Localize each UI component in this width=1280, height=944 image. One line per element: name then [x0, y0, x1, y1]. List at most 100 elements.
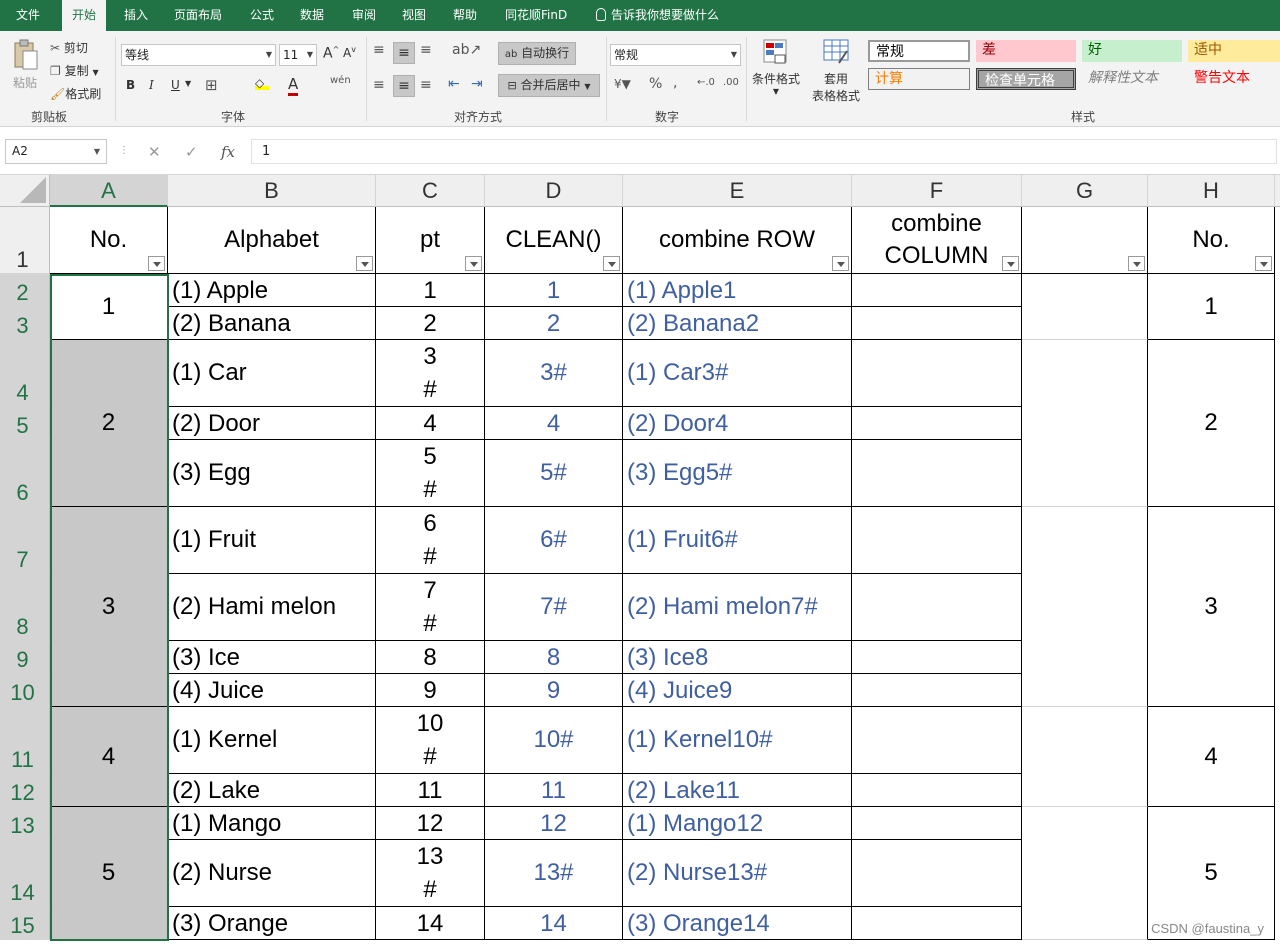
increase-font-button[interactable]: A^ — [323, 45, 339, 62]
pt-cell[interactable]: 3 # — [376, 340, 485, 407]
alphabet-cell[interactable]: (4) Juice — [168, 674, 376, 707]
font-name-select[interactable]: 等线 ▼ — [121, 44, 276, 66]
column-header-e[interactable]: E — [623, 175, 852, 207]
pt-cell[interactable]: 13 # — [376, 840, 485, 907]
clean-cell[interactable]: 8 — [485, 641, 623, 674]
tell-me-search[interactable]: 告诉我你想要做什么 — [596, 0, 719, 31]
pt-cell[interactable]: 1 — [376, 274, 485, 307]
decrease-font-button[interactable]: Av — [343, 45, 356, 60]
combine-row-cell[interactable]: (3) Egg5# — [623, 440, 852, 507]
blank-cell-g[interactable] — [1022, 340, 1148, 507]
pt-cell[interactable]: 6 # — [376, 507, 485, 574]
combine-row-cell[interactable]: (2) Door4 — [623, 407, 852, 440]
combine-row-cell[interactable]: (1) Kernel10# — [623, 707, 852, 774]
header-clean[interactable]: CLEAN() — [485, 207, 623, 274]
group-number-a[interactable]: 1 — [50, 274, 168, 340]
cell-style-5[interactable]: 检查单元格 — [976, 68, 1076, 90]
header-g[interactable] — [1022, 207, 1148, 274]
combine-column-cell[interactable] — [852, 440, 1022, 507]
group-number-h[interactable]: 3 — [1148, 507, 1275, 707]
clean-cell[interactable]: 4 — [485, 407, 623, 440]
column-header-c[interactable]: C — [376, 175, 485, 207]
row-header-9[interactable]: 9 — [0, 641, 50, 674]
percent-icon[interactable]: % — [649, 76, 662, 92]
tab-file[interactable]: 文件 — [6, 0, 50, 31]
bold-button[interactable]: B — [126, 78, 135, 92]
tab-formulas[interactable]: 公式 — [240, 0, 284, 31]
align-center-icon[interactable]: ≡ — [393, 75, 415, 97]
tab-home[interactable]: 开始 — [62, 0, 107, 31]
copy-button[interactable]: ❐ 复制 ▼ — [50, 62, 99, 79]
group-number-a[interactable]: 3 — [50, 507, 168, 707]
alphabet-cell[interactable]: (1) Apple — [168, 274, 376, 307]
select-all-button[interactable] — [0, 175, 50, 207]
combine-column-cell[interactable] — [852, 274, 1022, 307]
row-header-10[interactable]: 10 — [0, 674, 50, 707]
header-no[interactable]: No. — [50, 207, 168, 274]
tab-review[interactable]: 审阅 — [342, 0, 386, 31]
combine-column-cell[interactable] — [852, 840, 1022, 907]
underline-button[interactable]: U — [171, 78, 180, 92]
row-header-13[interactable]: 13 — [0, 807, 50, 840]
alphabet-cell[interactable]: (2) Nurse — [168, 840, 376, 907]
combine-column-cell[interactable] — [852, 507, 1022, 574]
tab-insert[interactable]: 插入 — [114, 0, 158, 31]
row-header-7[interactable]: 7 — [0, 507, 50, 574]
align-bottom-icon[interactable]: ≡ — [420, 42, 432, 58]
filter-dropdown-icon[interactable] — [356, 256, 373, 271]
row-header-12[interactable]: 12 — [0, 774, 50, 807]
clean-cell[interactable]: 1 — [485, 274, 623, 307]
pt-cell[interactable]: 4 — [376, 407, 485, 440]
combine-row-cell[interactable]: (1) Apple1 — [623, 274, 852, 307]
pt-cell[interactable]: 2 — [376, 307, 485, 340]
filter-dropdown-icon[interactable] — [832, 256, 849, 271]
align-top-icon[interactable]: ≡ — [373, 42, 385, 58]
row-header-11[interactable]: 11 — [0, 707, 50, 774]
filter-dropdown-icon[interactable] — [465, 256, 482, 271]
phonetic-icon[interactable]: wén — [330, 75, 351, 86]
tab-help[interactable]: 帮助 — [443, 0, 487, 31]
alphabet-cell[interactable]: (3) Orange — [168, 907, 376, 940]
pt-cell[interactable]: 8 — [376, 641, 485, 674]
blank-cell-g[interactable] — [1022, 274, 1148, 340]
paste-button[interactable]: 粘贴 — [10, 39, 40, 99]
align-middle-icon[interactable]: ≡ — [393, 42, 415, 64]
alphabet-cell[interactable]: (2) Hami melon — [168, 574, 376, 641]
insert-function-icon[interactable]: fx — [221, 143, 235, 161]
row-header-4[interactable]: 4 — [0, 340, 50, 407]
group-number-h[interactable]: 4 — [1148, 707, 1275, 807]
column-header-b[interactable]: B — [168, 175, 376, 207]
merge-center-button[interactable]: ⊟ 合并后居中 ▼ — [498, 74, 600, 97]
combine-row-cell[interactable]: (3) Ice8 — [623, 641, 852, 674]
decrease-decimal-icon[interactable]: .00 — [723, 77, 739, 88]
group-number-h[interactable]: 1 — [1148, 274, 1275, 340]
clean-cell[interactable]: 14 — [485, 907, 623, 940]
combine-row-cell[interactable]: (2) Hami melon7# — [623, 574, 852, 641]
decrease-indent-icon[interactable]: ⇤ — [448, 76, 460, 92]
alphabet-cell[interactable]: (2) Lake — [168, 774, 376, 807]
alphabet-cell[interactable]: (1) Fruit — [168, 507, 376, 574]
clean-cell[interactable]: 7# — [485, 574, 623, 641]
filter-dropdown-icon[interactable] — [1128, 256, 1145, 271]
combine-column-cell[interactable] — [852, 641, 1022, 674]
increase-indent-icon[interactable]: ⇥ — [471, 76, 483, 92]
combine-column-cell[interactable] — [852, 574, 1022, 641]
clean-cell[interactable]: 13# — [485, 840, 623, 907]
blank-cell-g[interactable] — [1022, 707, 1148, 807]
fill-color-button[interactable]: ◇ — [255, 76, 269, 90]
clean-cell[interactable]: 11 — [485, 774, 623, 807]
font-color-button[interactable]: A — [288, 75, 299, 96]
cancel-icon[interactable]: ✕ — [148, 143, 161, 161]
header-alphabet[interactable]: Alphabet — [168, 207, 376, 274]
group-number-h[interactable]: 2 — [1148, 340, 1275, 507]
clean-cell[interactable]: 10# — [485, 707, 623, 774]
formula-input[interactable]: 1 — [251, 139, 1277, 164]
group-number-a[interactable]: 5 — [50, 807, 168, 940]
alphabet-cell[interactable]: (3) Ice — [168, 641, 376, 674]
chevron-down-icon[interactable]: ▼ — [185, 79, 191, 88]
cell-style-4[interactable]: 计算 — [868, 68, 970, 90]
orientation-icon[interactable]: ab↗ — [452, 42, 481, 58]
filter-dropdown-icon[interactable] — [1255, 256, 1272, 271]
column-header-a[interactable]: A — [50, 175, 168, 207]
combine-row-cell[interactable]: (2) Nurse13# — [623, 840, 852, 907]
